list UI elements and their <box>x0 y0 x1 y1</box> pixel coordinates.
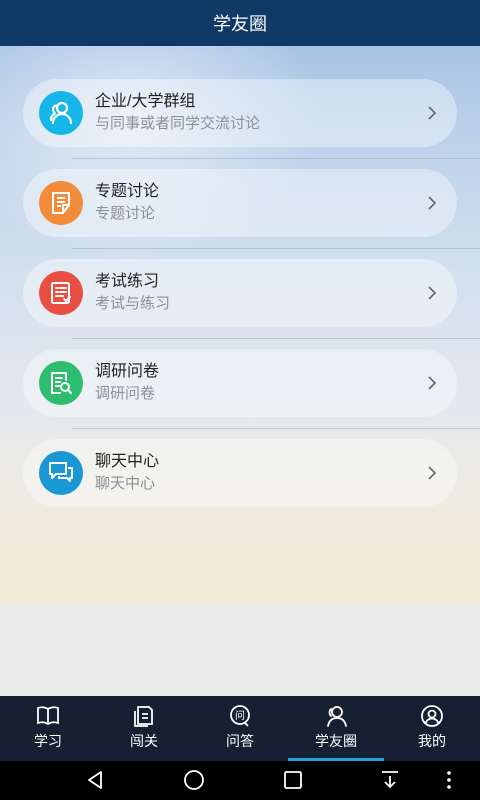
tab-study[interactable]: 学习 <box>0 696 96 761</box>
survey-search-icon <box>39 361 83 405</box>
item-subtitle: 专题讨论 <box>95 205 156 222</box>
chevron-right-icon <box>428 196 437 210</box>
more-icon[interactable] <box>442 769 456 791</box>
tab-mine[interactable]: 我的 <box>384 696 480 761</box>
group-icon <box>39 91 83 135</box>
item-subtitle: 调研问卷 <box>95 385 156 402</box>
user-icon <box>421 705 443 727</box>
book-icon <box>37 706 59 726</box>
home-icon[interactable] <box>183 769 205 791</box>
divider <box>72 338 480 339</box>
chat-bubbles-icon <box>39 451 83 495</box>
divider <box>72 428 480 429</box>
tab-label: 问答 <box>226 733 254 749</box>
item-title: 企业/大学群组 <box>95 93 196 110</box>
document-edit-icon <box>39 181 83 225</box>
tab-label: 我的 <box>418 733 446 749</box>
menu-item-groups[interactable]: 企业/大学群组 与同事或者同学交流讨论 <box>23 79 457 147</box>
divider <box>72 158 480 159</box>
question-bubble-icon: 问 <box>230 705 250 727</box>
menu-list: 企业/大学群组 与同事或者同学交流讨论 专题讨论 专题讨论 考试练习 考试与练习… <box>0 79 480 529</box>
chevron-right-icon <box>428 286 437 300</box>
app-header: 学友圈 <box>0 0 480 46</box>
back-icon[interactable] <box>84 769 106 791</box>
tab-friends[interactable]: 学友圈 <box>288 696 384 761</box>
item-title: 专题讨论 <box>95 183 160 200</box>
item-title: 聊天中心 <box>95 453 160 470</box>
friends-icon <box>327 706 347 727</box>
download-icon[interactable] <box>379 769 401 791</box>
tab-challenge[interactable]: 闯关 <box>96 696 192 761</box>
recents-icon[interactable] <box>282 769 304 791</box>
exam-list-icon <box>39 271 83 315</box>
menu-item-exams[interactable]: 考试练习 考试与练习 <box>23 259 457 327</box>
system-nav-bar <box>0 761 480 800</box>
item-title: 考试练习 <box>95 273 160 290</box>
svg-text:问: 问 <box>235 709 245 722</box>
tab-label: 闯关 <box>130 733 158 749</box>
chevron-right-icon <box>428 106 437 120</box>
item-title: 调研问卷 <box>95 363 160 380</box>
item-subtitle: 与同事或者同学交流讨论 <box>95 115 261 132</box>
chevron-right-icon <box>428 466 437 480</box>
page-title: 学友圈 <box>213 14 267 34</box>
tab-label: 学友圈 <box>315 733 357 749</box>
item-subtitle: 聊天中心 <box>95 475 156 492</box>
bottom-tab-bar: 学习 闯关 问 问答 学友圈 我的 <box>0 696 480 761</box>
content-area: 企业/大学群组 与同事或者同学交流讨论 专题讨论 专题讨论 考试练习 考试与练习… <box>0 46 480 603</box>
item-subtitle: 考试与练习 <box>95 295 171 312</box>
tab-label: 学习 <box>34 733 62 749</box>
menu-item-chat[interactable]: 聊天中心 聊天中心 <box>23 439 457 507</box>
tab-qa[interactable]: 问 问答 <box>192 696 288 761</box>
menu-item-topics[interactable]: 专题讨论 专题讨论 <box>23 169 457 237</box>
empty-area <box>0 603 480 696</box>
menu-item-surveys[interactable]: 调研问卷 调研问卷 <box>23 349 457 417</box>
divider <box>72 248 480 249</box>
pages-icon <box>134 706 153 727</box>
chevron-right-icon <box>428 376 437 390</box>
